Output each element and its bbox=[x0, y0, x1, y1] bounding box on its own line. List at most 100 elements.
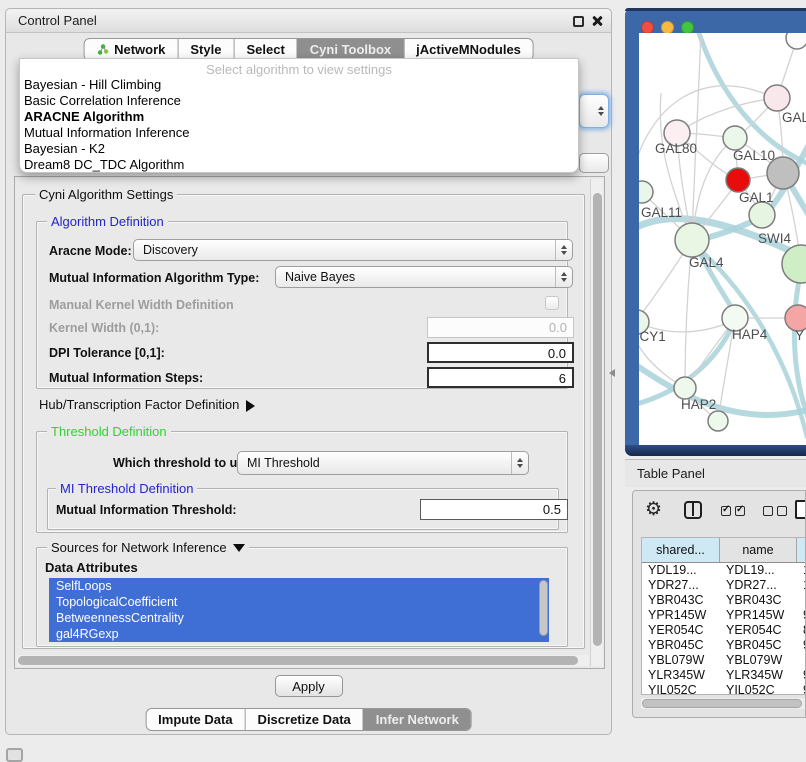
network-node-swi4[interactable] bbox=[749, 202, 775, 228]
algorithm-option-bayesian-hill-climbing[interactable]: Bayesian - Hill Climbing bbox=[20, 77, 578, 93]
which-threshold-combo[interactable]: MI Threshold bbox=[237, 451, 529, 475]
column-header-shared[interactable]: shared... bbox=[642, 538, 720, 562]
table-cell: YDR27... bbox=[720, 578, 797, 593]
manual-kernel-width-label: Manual Kernel Width Definition bbox=[49, 298, 234, 312]
mi-algorithm-type-combo[interactable]: Naive Bayes bbox=[275, 266, 573, 288]
tab-select[interactable]: Select bbox=[233, 39, 296, 60]
node-label-hap2: HAP2 bbox=[681, 397, 716, 412]
table-row[interactable]: YDL19...YDL19...13 bbox=[642, 563, 806, 578]
table-cell: 9. bbox=[797, 608, 806, 623]
algorithm-option-bayesian-k2[interactable]: Bayesian - K2 bbox=[20, 141, 578, 157]
float-panel-icon[interactable] bbox=[573, 16, 584, 27]
table-cell: YBR043C bbox=[642, 593, 720, 608]
table-row[interactable]: YDR27...YDR27...12 bbox=[642, 578, 806, 593]
attribute-item-gal4rgexp[interactable]: gal4RGexp bbox=[49, 626, 549, 642]
algorithm-option-basic-correlation-inference[interactable]: Basic Correlation Inference bbox=[20, 93, 578, 109]
inference-algorithm-combo-fragment[interactable] bbox=[579, 94, 609, 128]
network-node[interactable] bbox=[708, 411, 728, 431]
table-cell: YBL079W bbox=[642, 653, 720, 668]
settings-horizontal-scrollbar[interactable] bbox=[17, 655, 589, 666]
algorithm-dropdown-popup: Select algorithm to view settings Bayesi… bbox=[19, 58, 579, 173]
select-all-icon[interactable] bbox=[721, 506, 731, 516]
algorithm-definition-group: Algorithm Definition Aracne Mode: Discov… bbox=[36, 221, 568, 389]
table-row[interactable]: YIL052CYIL052C9 bbox=[642, 683, 806, 695]
network-view-window[interactable]: GALGAL80GAL10GAL1SWI4GAL11GAL4GCY1HAP4YH… bbox=[625, 8, 806, 456]
tab-label: Style bbox=[190, 42, 221, 57]
stepper-arrows-icon bbox=[511, 452, 528, 474]
split-columns-icon[interactable] bbox=[684, 501, 702, 519]
table-row[interactable]: YBR045CYBR045C9. bbox=[642, 638, 806, 653]
collapse-down-icon bbox=[233, 544, 245, 558]
attribute-item-betweennesscentrality[interactable]: BetweennessCentrality bbox=[49, 610, 549, 626]
hidden-combo-fragment[interactable] bbox=[579, 153, 609, 173]
network-node-gal10[interactable] bbox=[723, 126, 747, 150]
network-canvas[interactable]: GALGAL80GAL10GAL1SWI4GAL11GAL4GCY1HAP4YH… bbox=[639, 33, 806, 445]
deselect-all-icon[interactable] bbox=[777, 506, 787, 516]
gear-icon[interactable]: ⚙ bbox=[645, 498, 662, 521]
algorithm-definition-title: Algorithm Definition bbox=[47, 214, 168, 229]
data-attributes-label: Data Attributes bbox=[45, 560, 138, 575]
close-panel-icon[interactable] bbox=[591, 15, 603, 27]
network-node-gal4[interactable] bbox=[675, 223, 709, 257]
column-header-cut[interactable] bbox=[797, 538, 806, 562]
tab-discretize-data[interactable]: Discretize Data bbox=[245, 709, 363, 730]
table-cell: YER054C bbox=[642, 623, 720, 638]
algorithm-option-dream8-dc-tdc-algorithm[interactable]: Dream8 DC_TDC Algorithm bbox=[20, 157, 578, 173]
stepper-arrows-icon bbox=[598, 103, 604, 119]
settings-vertical-scrollbar[interactable] bbox=[590, 179, 603, 666]
which-threshold-label: Which threshold to use: bbox=[113, 456, 255, 470]
node-attribute-table: shared...name YDL19...YDL19...13YDR27...… bbox=[641, 537, 806, 695]
network-node-gal1[interactable] bbox=[726, 168, 750, 192]
sources-title-text: Sources for Network Inference bbox=[51, 540, 227, 555]
network-node-hap2[interactable] bbox=[674, 377, 696, 399]
node-label-gal11: GAL11 bbox=[641, 205, 682, 220]
hub-definition-toggle[interactable]: Hub/Transcription Factor Definition bbox=[39, 397, 261, 412]
network-node-gal11[interactable] bbox=[639, 181, 653, 203]
table-row[interactable]: YBR043CYBR043C bbox=[642, 593, 806, 608]
table-cell: YBR045C bbox=[642, 638, 720, 653]
node-label-hap4: HAP4 bbox=[732, 327, 768, 342]
attributes-scrollbar[interactable] bbox=[539, 580, 548, 638]
kernel-width-field[interactable]: 0.0 bbox=[427, 317, 574, 338]
select-all-icon[interactable] bbox=[735, 506, 745, 516]
aracne-mode-combo[interactable]: Discovery bbox=[133, 239, 573, 261]
tab-style[interactable]: Style bbox=[177, 39, 233, 60]
network-node[interactable] bbox=[786, 33, 806, 49]
expand-right-icon bbox=[246, 400, 261, 412]
tab-network[interactable]: Network bbox=[84, 39, 177, 60]
table-header-row: shared...name bbox=[642, 538, 806, 563]
column-header-name[interactable]: name bbox=[720, 538, 797, 562]
dpi-tolerance-field[interactable]: 0.0 bbox=[427, 342, 574, 363]
tab-cyni-toolbox[interactable]: Cyni Toolbox bbox=[297, 39, 403, 60]
manual-kernel-width-checkbox[interactable] bbox=[545, 296, 559, 310]
page-icon[interactable] bbox=[795, 500, 806, 519]
mi-threshold-field[interactable]: 0.5 bbox=[420, 499, 568, 520]
algorithm-option-aracne-algorithm[interactable]: ARACNE Algorithm bbox=[20, 109, 578, 125]
sources-group-title[interactable]: Sources for Network Inference bbox=[47, 540, 249, 558]
network-node-gal[interactable] bbox=[764, 85, 790, 111]
splitter-handle-icon[interactable] bbox=[605, 369, 615, 377]
deselect-all-icon[interactable] bbox=[763, 506, 773, 516]
mi-threshold-label: Mutual Information Threshold: bbox=[56, 503, 237, 517]
algorithm-option-mutual-information-inference[interactable]: Mutual Information Inference bbox=[20, 125, 578, 141]
table-cell: 12 bbox=[797, 578, 806, 593]
apply-button[interactable]: Apply bbox=[275, 675, 343, 697]
attribute-item-topologicalcoefficient[interactable]: TopologicalCoefficient bbox=[49, 594, 549, 610]
kernel-width-label: Kernel Width (0,1): bbox=[49, 321, 159, 335]
panel-corner-chip[interactable] bbox=[6, 748, 23, 762]
attribute-item-selfloops[interactable]: SelfLoops bbox=[49, 578, 549, 594]
table-row[interactable]: YLR345WYLR345W9. bbox=[642, 668, 806, 683]
table-row[interactable]: YBL079WYBL079W bbox=[642, 653, 806, 668]
table-row[interactable]: YPR145WYPR145W9. bbox=[642, 608, 806, 623]
mi-threshold-group-title: MI Threshold Definition bbox=[56, 481, 197, 496]
node-label-gal10: GAL10 bbox=[733, 148, 775, 163]
tab-infer-network[interactable]: Infer Network bbox=[363, 709, 471, 730]
cyni-bottom-tabs: Impute DataDiscretize DataInfer Network bbox=[145, 708, 472, 731]
tab-label: Select bbox=[246, 42, 284, 57]
table-row[interactable]: YER054CYER054C8. bbox=[642, 623, 806, 638]
tab-impute-data[interactable]: Impute Data bbox=[146, 709, 244, 730]
table-cell: YPR145W bbox=[642, 608, 720, 623]
table-horizontal-scrollbar[interactable] bbox=[641, 698, 806, 709]
tab-jactivemnodules[interactable]: jActiveMNodules bbox=[403, 39, 533, 60]
mi-steps-field[interactable]: 6 bbox=[427, 367, 574, 388]
